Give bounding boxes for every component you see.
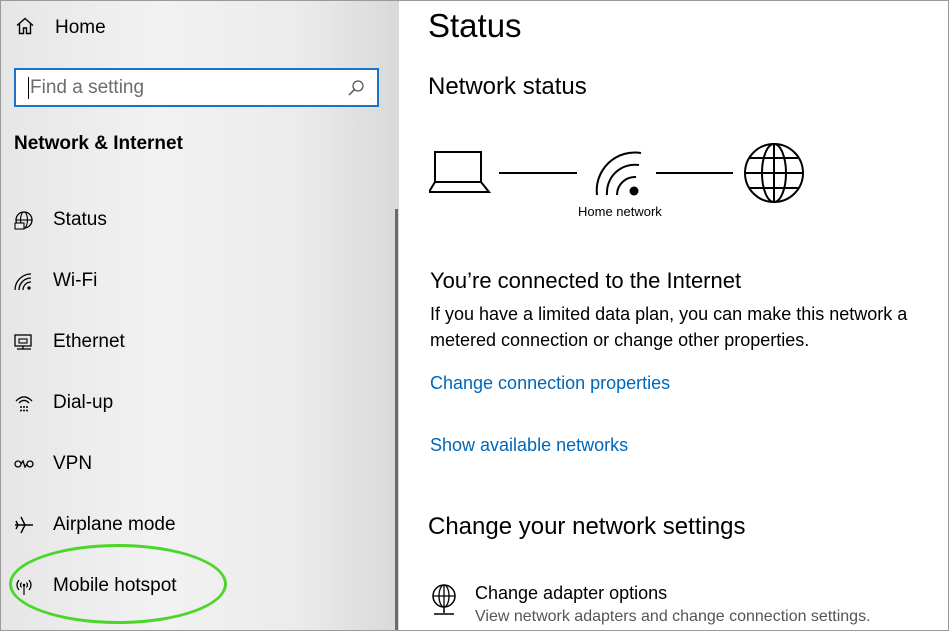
airplane-icon <box>12 513 36 537</box>
globe-icon <box>744 143 804 203</box>
wifi-signal-icon <box>595 151 642 196</box>
adapter-globe-icon <box>432 584 456 615</box>
vpn-icon <box>12 452 36 476</box>
network-status-heading: Network status <box>428 73 587 100</box>
sidebar: Home Find a setting Network & Internet S… <box>1 1 399 630</box>
sidebar-item-status[interactable]: Status <box>1 200 391 240</box>
main-content: Status Network status Home network You’r… <box>399 1 948 630</box>
sidebar-item-wifi[interactable]: Wi-Fi <box>1 261 391 301</box>
sidebar-item-label: Airplane mode <box>53 514 176 535</box>
connection-status-description: If you have a limited data plan, you can… <box>430 304 908 350</box>
change-adapter-options-item[interactable]: Change adapter options View network adap… <box>429 583 871 626</box>
sidebar-item-label: Status <box>53 209 107 230</box>
sidebar-item-vpn[interactable]: VPN <box>1 444 391 484</box>
adapter-options-title: Change adapter options <box>475 583 668 603</box>
sidebar-item-airplane-mode[interactable]: Airplane mode <box>1 505 391 545</box>
search-placeholder: Find a setting <box>30 76 145 98</box>
highlight-annotation <box>9 544 227 624</box>
section-title: Network & Internet <box>14 133 183 154</box>
status-icon <box>12 208 36 232</box>
settings-window: Home Find a setting Network & Internet S… <box>0 0 949 631</box>
home-label: Home <box>55 17 106 38</box>
network-name-label: Home network <box>578 204 662 219</box>
text-caret <box>28 76 29 99</box>
ethernet-icon <box>12 330 36 354</box>
page-title: Status <box>428 7 522 44</box>
wifi-icon <box>12 269 36 293</box>
show-available-networks-link[interactable]: Show available networks <box>430 435 628 456</box>
adapter-options-description: View network adapters and change connect… <box>475 608 871 625</box>
home-icon <box>15 16 35 41</box>
sidebar-item-label: Wi-Fi <box>53 270 98 291</box>
sidebar-item-label: Ethernet <box>53 331 125 352</box>
search-input[interactable]: Find a setting <box>14 68 379 107</box>
change-connection-properties-link[interactable]: Change connection properties <box>430 373 670 394</box>
home-nav[interactable]: Home <box>15 13 106 43</box>
sidebar-item-label: VPN <box>53 453 93 474</box>
sidebar-scrollbar[interactable] <box>395 209 398 630</box>
search-icon[interactable] <box>347 79 365 97</box>
connection-status-title: You’re connected to the Internet <box>430 268 742 293</box>
laptop-icon <box>429 151 492 193</box>
sidebar-item-ethernet[interactable]: Ethernet <box>1 322 391 362</box>
sidebar-item-dial-up[interactable]: Dial-up <box>1 383 391 423</box>
sidebar-item-label: Dial-up <box>53 392 114 413</box>
change-settings-heading: Change your network settings <box>428 513 746 540</box>
dial-up-icon <box>12 391 36 415</box>
